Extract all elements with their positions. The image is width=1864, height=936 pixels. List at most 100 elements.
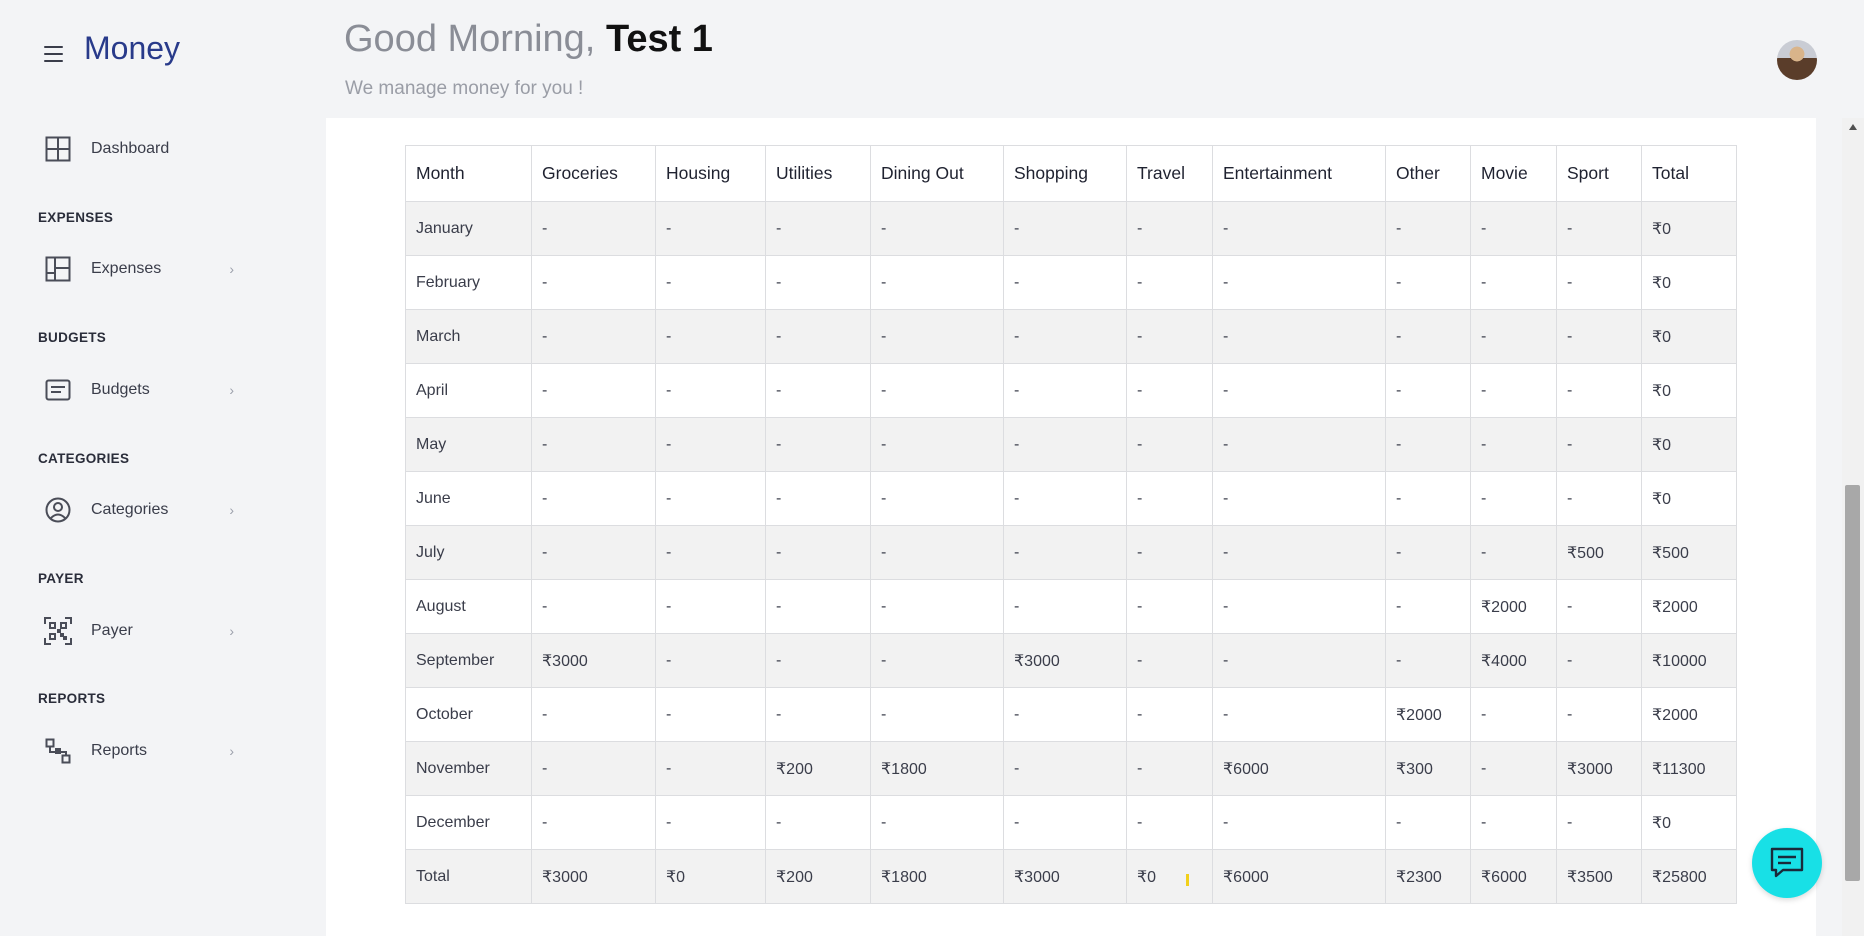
section-title-categories: CATEGORIES — [38, 451, 130, 466]
amount-cell: ₹2000 — [1641, 687, 1737, 742]
amount-cell: - — [1556, 255, 1642, 310]
amount-cell: - — [1385, 363, 1471, 418]
table-row: June - - - - - - - - - - ₹0 — [405, 471, 1737, 526]
amount-cell: - — [655, 525, 766, 580]
amount-cell: ₹1800 — [870, 741, 1004, 796]
cursor-marker — [1186, 874, 1189, 886]
amount-cell: - — [765, 201, 871, 256]
amount-cell: - — [1470, 687, 1557, 742]
amount-cell: - — [1556, 201, 1642, 256]
amount-cell: - — [1126, 201, 1213, 256]
amount-cell: ₹11300 — [1641, 741, 1737, 796]
section-title-budgets: BUDGETS — [38, 330, 107, 345]
amount-cell: - — [1385, 795, 1471, 850]
sidebar-item-reports[interactable]: Reports › — [44, 734, 234, 768]
brand-title[interactable]: Money — [84, 30, 180, 67]
amount-cell: - — [870, 525, 1004, 580]
amount-cell: ₹25800 — [1641, 849, 1737, 904]
amount-cell: - — [870, 255, 1004, 310]
amount-cell: - — [1126, 417, 1213, 472]
chevron-right-icon: › — [229, 743, 234, 759]
amount-cell: ₹500 — [1556, 525, 1642, 580]
table-row: May - - - - - - - - - - ₹0 — [405, 417, 1737, 472]
amount-cell: - — [1126, 471, 1213, 526]
amount-cell: - — [870, 309, 1004, 364]
amount-cell: - — [765, 579, 871, 634]
month-cell: May — [405, 417, 532, 472]
amount-cell: - — [1003, 201, 1127, 256]
amount-cell: - — [1126, 687, 1213, 742]
amount-cell: ₹2000 — [1641, 579, 1737, 634]
amount-cell: - — [531, 471, 656, 526]
amount-cell: - — [1470, 525, 1557, 580]
amount-cell: ₹0 — [1641, 363, 1737, 418]
menu-icon[interactable] — [44, 46, 63, 62]
column-header-utilities: Utilities — [765, 145, 871, 202]
amount-cell: ₹300 — [1385, 741, 1471, 796]
amount-cell: ₹6000 — [1212, 849, 1386, 904]
amount-cell: - — [1470, 363, 1557, 418]
monthly-expense-table: Month Groceries Housing Utilities Dining Out… — [405, 145, 1737, 904]
column-header-month: Month — [405, 145, 532, 202]
column-header-other: Other — [1385, 145, 1471, 202]
avatar[interactable] — [1777, 40, 1817, 80]
sidebar-item-expenses[interactable]: Expenses › — [44, 252, 234, 286]
amount-cell: - — [531, 795, 656, 850]
amount-cell: - — [1385, 579, 1471, 634]
amount-cell: ₹0 — [1641, 309, 1737, 364]
grid-icon — [44, 135, 72, 163]
amount-cell: - — [1385, 471, 1471, 526]
amount-cell: - — [1385, 255, 1471, 310]
sidebar-item-budgets[interactable]: Budgets › — [44, 373, 234, 407]
amount-cell: - — [531, 687, 656, 742]
chevron-right-icon: › — [229, 623, 234, 639]
amount-cell: - — [1470, 255, 1557, 310]
section-title-expenses: EXPENSES — [38, 210, 114, 225]
amount-cell: - — [655, 201, 766, 256]
amount-cell: - — [1556, 417, 1642, 472]
amount-cell: - — [1385, 309, 1471, 364]
month-cell: October — [405, 687, 532, 742]
amount-cell: ₹4000 — [1470, 633, 1557, 688]
amount-cell: - — [1556, 579, 1642, 634]
amount-cell: - — [531, 201, 656, 256]
amount-cell: - — [655, 687, 766, 742]
chat-button[interactable] — [1752, 828, 1822, 898]
sidebar-item-dashboard[interactable]: Dashboard — [44, 132, 234, 166]
user-circle-icon — [44, 496, 72, 524]
amount-cell: - — [1556, 795, 1642, 850]
amount-cell: ₹200 — [765, 741, 871, 796]
amount-cell: - — [1126, 525, 1213, 580]
amount-cell: ₹6000 — [1470, 849, 1557, 904]
amount-cell: - — [655, 417, 766, 472]
column-header-travel: Travel — [1126, 145, 1213, 202]
month-cell: September — [405, 633, 532, 688]
amount-cell: - — [655, 795, 766, 850]
amount-cell: - — [1385, 633, 1471, 688]
table-row: December - - - - - - - - - - ₹0 — [405, 795, 1737, 850]
amount-cell: - — [1470, 471, 1557, 526]
amount-cell: ₹0 — [655, 849, 766, 904]
amount-cell: - — [531, 255, 656, 310]
amount-cell: - — [655, 633, 766, 688]
column-header-housing: Housing — [655, 145, 766, 202]
amount-cell: - — [531, 741, 656, 796]
column-header-entertainment: Entertainment — [1212, 145, 1386, 202]
amount-cell: ₹2000 — [1385, 687, 1471, 742]
amount-cell: - — [1003, 309, 1127, 364]
scroll-up-arrow-icon[interactable] — [1849, 124, 1857, 130]
amount-cell: - — [655, 255, 766, 310]
month-cell: June — [405, 471, 532, 526]
amount-cell: - — [531, 525, 656, 580]
sidebar-item-payer[interactable]: Payer › — [44, 614, 234, 648]
table-row: October - - - - - - - ₹2000- - ₹2000 — [405, 687, 1737, 742]
scrollbar-thumb[interactable] — [1845, 485, 1860, 881]
amount-cell: ₹10000 — [1641, 633, 1737, 688]
sidebar-item-categories[interactable]: Categories › — [44, 493, 234, 527]
amount-cell: - — [655, 579, 766, 634]
amount-cell: - — [655, 741, 766, 796]
amount-cell: - — [1385, 417, 1471, 472]
amount-cell: ₹0 — [1126, 849, 1213, 904]
scrollbar[interactable] — [1842, 118, 1864, 936]
amount-cell: ₹3000 — [1003, 633, 1127, 688]
